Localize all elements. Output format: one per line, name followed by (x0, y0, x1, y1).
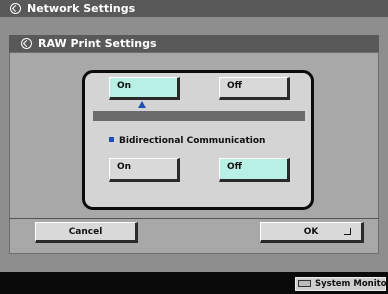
bidirectional-on-button[interactable]: On (109, 158, 180, 182)
bidirectional-off-button[interactable]: Off (219, 158, 290, 182)
settings-return-icon (21, 38, 32, 49)
screen: Network Settings RAW Print Settings On O… (0, 0, 388, 272)
cancel-button[interactable]: Cancel (35, 222, 138, 243)
system-monitor-button[interactable]: System Monitor (295, 277, 388, 291)
dialog-title-bar: RAW Print Settings (9, 35, 379, 52)
settings-return-icon (10, 3, 21, 14)
system-monitor-label: System Monitor (315, 279, 388, 289)
enter-icon (344, 228, 351, 235)
ok-button[interactable]: OK (260, 222, 364, 243)
raw-print-on-button[interactable]: On (109, 77, 180, 100)
bidirectional-label: Bidirectional Communication (119, 136, 266, 146)
window-title: Network Settings (27, 2, 136, 15)
blue-triangle-icon (138, 101, 146, 108)
raw-print-off-button[interactable]: Off (219, 77, 290, 100)
ok-label: OK (303, 227, 319, 237)
window-title-bar: Network Settings (0, 0, 388, 17)
bidirectional-section-label: Bidirectional Communication (109, 136, 265, 146)
dialog-title: RAW Print Settings (38, 37, 157, 50)
section-divider (93, 111, 305, 121)
footer-separator (9, 218, 379, 219)
monitor-icon (298, 280, 311, 287)
cancel-label: Cancel (68, 227, 103, 237)
bullet-icon (109, 137, 114, 142)
